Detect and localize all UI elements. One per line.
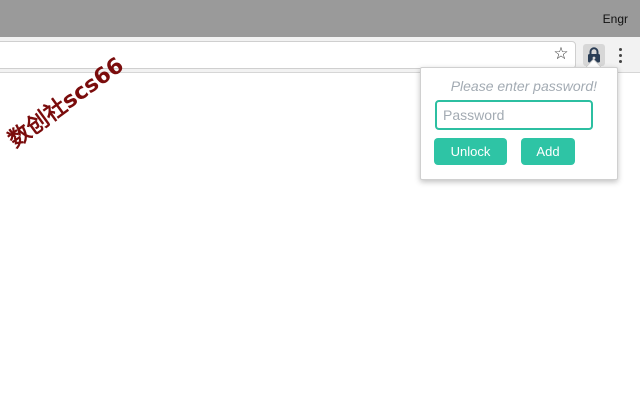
password-prompt: Please enter password! (450, 78, 597, 94)
vertical-dots-icon[interactable] (614, 44, 626, 66)
add-button[interactable]: Add (521, 138, 575, 165)
password-popup: Please enter password! Unlock Add (420, 67, 618, 180)
password-input[interactable] (435, 100, 593, 130)
star-icon[interactable]: ☆ (552, 45, 570, 63)
unlock-button[interactable]: Unlock (434, 138, 507, 165)
browser-titlebar: Engr (0, 0, 640, 37)
profile-name[interactable]: Engr (603, 12, 628, 26)
